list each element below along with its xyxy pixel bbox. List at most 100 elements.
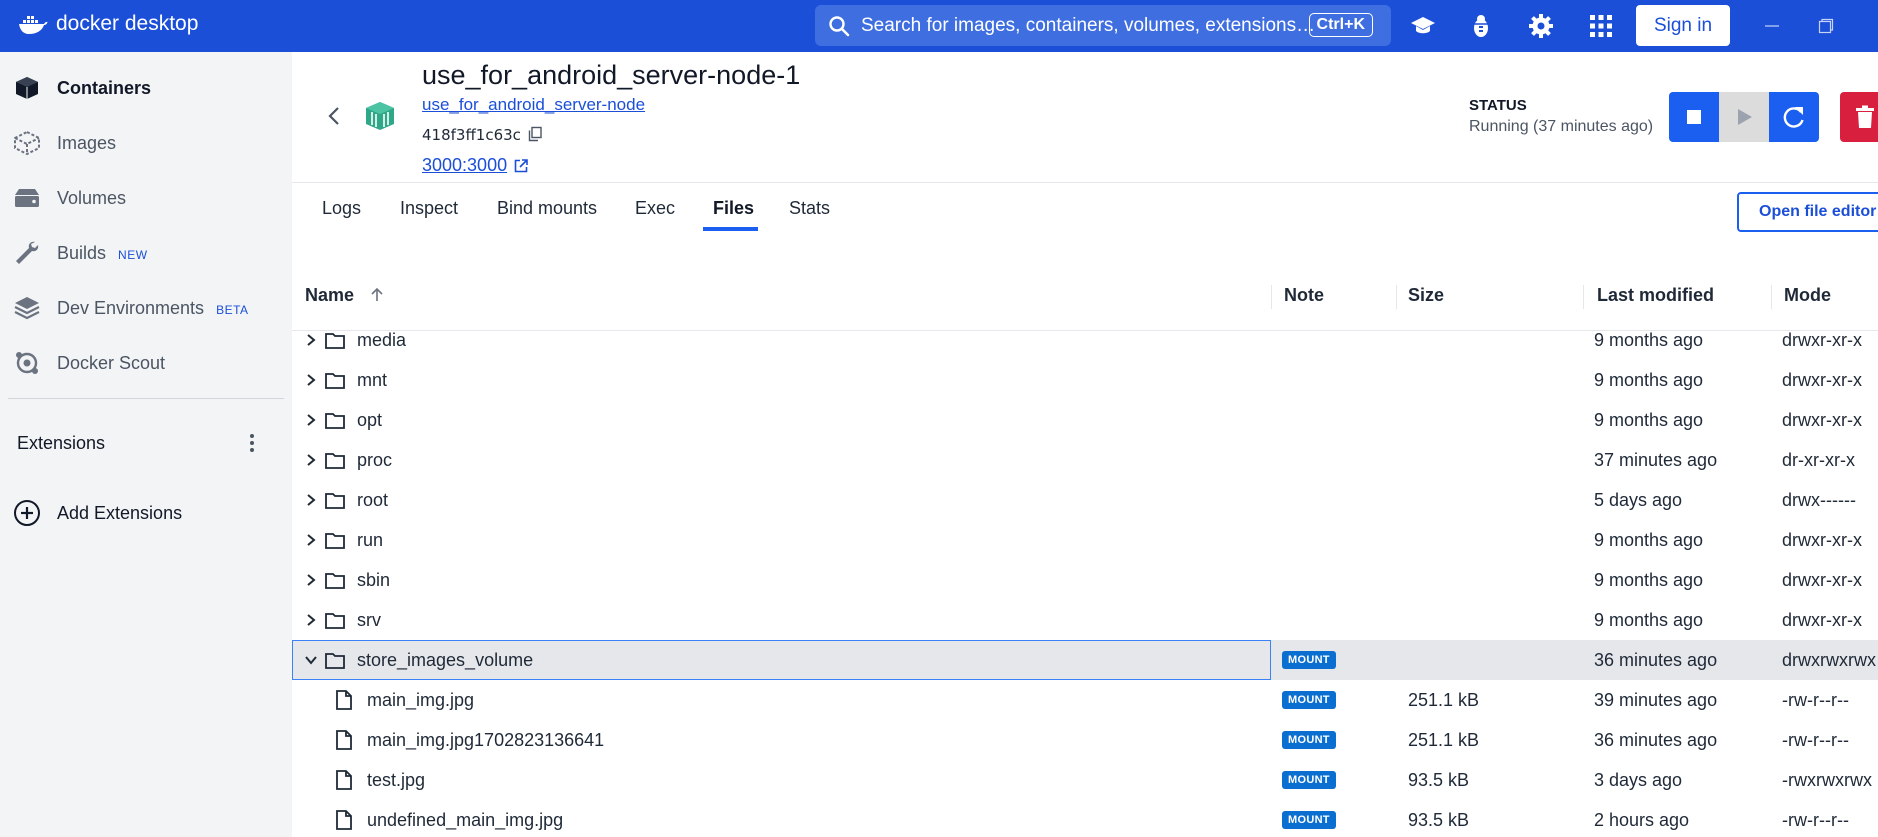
sidebar-item-containers[interactable]: Containers xyxy=(0,66,292,110)
settings-gear-icon[interactable] xyxy=(1526,11,1556,41)
table-row[interactable]: srv 9 months ago drwxr-xr-x xyxy=(292,600,1878,640)
last-modified: 39 minutes ago xyxy=(1594,689,1718,710)
chevron-right-icon[interactable] xyxy=(303,332,319,348)
column-header-size[interactable]: Size xyxy=(1408,285,1444,306)
chevron-right-icon[interactable] xyxy=(303,412,319,428)
column-header-note[interactable]: Note xyxy=(1284,285,1324,306)
file-name: store_images_volume xyxy=(357,649,534,670)
apps-grid-icon[interactable] xyxy=(1586,11,1616,41)
file-size: 251.1 kB xyxy=(1408,729,1480,750)
table-row[interactable]: opt 9 months ago drwxr-xr-x xyxy=(292,400,1878,440)
sidebar-item-dev-environments[interactable]: Dev Environments BETA xyxy=(0,286,292,330)
copy-icon[interactable] xyxy=(527,126,543,142)
active-tab-indicator xyxy=(703,227,758,231)
table-row[interactable]: test.jpg MOUNT 93.5 kB 3 days ago -rwxrwxrwx xyxy=(292,760,1878,800)
table-row[interactable]: store_images_volume MOUNT 36 minutes ago dr… xyxy=(292,640,1878,680)
more-vert-icon[interactable] xyxy=(240,431,264,455)
search-placeholder: Search for images, containers, volumes, … xyxy=(861,14,1316,36)
back-chevron-icon[interactable] xyxy=(323,104,347,128)
mount-badge: MOUNT xyxy=(1282,731,1336,749)
bug-report-icon[interactable] xyxy=(1466,11,1496,41)
table-row[interactable]: root 5 days ago drwx------ xyxy=(292,480,1878,520)
add-extensions-label: Add Extensions xyxy=(57,502,183,523)
table-row[interactable]: run 9 months ago drwxr-xr-x xyxy=(292,520,1878,560)
sidebar-item-docker-scout[interactable]: Docker Scout xyxy=(0,341,292,385)
tab-exec[interactable]: Exec xyxy=(635,198,675,219)
learning-center-icon[interactable] xyxy=(1408,11,1438,41)
file-mode: drwxr-xr-x xyxy=(1782,369,1862,390)
file-name: undefined_main_img.jpg xyxy=(367,809,564,830)
chevron-right-icon[interactable] xyxy=(303,612,319,628)
column-divider[interactable] xyxy=(1271,285,1272,309)
table-row[interactable]: main_img.jpg1702823136641 MOUNT 251.1 kB 36… xyxy=(292,720,1878,760)
shortcut-hint: Ctrl+K xyxy=(1308,13,1373,37)
sign-in-button[interactable]: Sign in xyxy=(1636,5,1730,46)
extensions-header: Extensions xyxy=(0,421,292,465)
tab-bind-mounts[interactable]: Bind mounts xyxy=(497,198,597,219)
tab-files[interactable]: Files xyxy=(713,198,754,219)
file-icon xyxy=(336,770,352,790)
play-icon xyxy=(1738,109,1752,125)
column-divider[interactable] xyxy=(1396,285,1397,309)
chevron-right-icon[interactable] xyxy=(303,452,319,468)
tab-stats[interactable]: Stats xyxy=(789,198,830,219)
sidebar-item-images[interactable]: Images xyxy=(0,121,292,165)
file-mode: drwxr-xr-x xyxy=(1782,609,1862,630)
open-file-editor-button[interactable]: Open file editor xyxy=(1737,192,1878,232)
stop-button[interactable] xyxy=(1669,92,1719,142)
image-link[interactable]: use_for_android_server-node xyxy=(422,95,645,115)
search-input[interactable]: Search for images, containers, volumes, … xyxy=(815,5,1391,46)
restart-button[interactable] xyxy=(1769,92,1819,142)
minimize-icon[interactable] xyxy=(1760,14,1784,38)
column-divider[interactable] xyxy=(1583,285,1584,309)
table-row[interactable]: undefined_main_img.jpg MOUNT 93.5 kB 2 hour… xyxy=(292,800,1878,837)
last-modified: 9 months ago xyxy=(1594,369,1704,390)
tab-logs[interactable]: Logs xyxy=(322,198,361,219)
file-size: 251.1 kB xyxy=(1408,689,1480,710)
last-modified: 9 months ago xyxy=(1594,529,1704,550)
add-extensions-button[interactable]: Add Extensions xyxy=(0,491,292,535)
scout-icon xyxy=(12,348,42,378)
table-row[interactable]: proc 37 minutes ago dr-xr-xr-x xyxy=(292,440,1878,480)
file-mode: drwxr-xr-x xyxy=(1782,409,1862,430)
last-modified: 9 months ago xyxy=(1594,609,1704,630)
column-header-name[interactable]: Name xyxy=(305,285,385,306)
add-circle-icon xyxy=(12,498,42,528)
table-row[interactable]: media 9 months ago drwxr-xr-x xyxy=(292,320,1878,360)
tab-inspect[interactable]: Inspect xyxy=(400,198,458,219)
chevron-right-icon[interactable] xyxy=(303,532,319,548)
file-mode: drwxr-xr-x xyxy=(1782,329,1862,350)
container-icon xyxy=(12,73,42,103)
chevron-down-icon[interactable] xyxy=(303,652,319,668)
column-header-last-modified[interactable]: Last modified xyxy=(1597,285,1714,306)
volumes-icon xyxy=(12,183,42,213)
folder-icon xyxy=(325,653,345,669)
port-link[interactable]: 3000:3000 xyxy=(422,155,507,176)
sidebar-item-builds[interactable]: Builds NEW xyxy=(0,231,292,275)
table-row[interactable]: mnt 9 months ago drwxr-xr-x xyxy=(292,360,1878,400)
file-icon xyxy=(336,730,352,750)
external-link-icon[interactable] xyxy=(513,158,529,174)
delete-button[interactable] xyxy=(1840,92,1878,142)
sort-ascending-icon xyxy=(371,287,383,301)
file-mode: -rwxrwxrwx xyxy=(1782,769,1872,790)
chevron-right-icon[interactable] xyxy=(303,572,319,588)
sidebar-item-label: Builds xyxy=(57,242,107,263)
docker-logo[interactable]: docker desktop xyxy=(18,12,198,36)
column-divider[interactable] xyxy=(1771,285,1772,309)
table-row[interactable]: sbin 9 months ago drwxr-xr-x xyxy=(292,560,1878,600)
brand-name: docker desktop xyxy=(56,12,199,35)
chevron-right-icon[interactable] xyxy=(303,492,319,508)
chevron-right-icon[interactable] xyxy=(303,372,319,388)
last-modified: 2 hours ago xyxy=(1594,809,1690,830)
file-mode: dr-xr-xr-x xyxy=(1782,449,1855,470)
maximize-icon[interactable] xyxy=(1814,14,1838,38)
sidebar-item-volumes[interactable]: Volumes xyxy=(0,176,292,220)
folder-icon xyxy=(325,533,345,549)
folder-icon xyxy=(325,613,345,629)
table-row[interactable]: main_img.jpg MOUNT 251.1 kB 39 minutes ago -… xyxy=(292,680,1878,720)
start-button[interactable] xyxy=(1719,92,1769,142)
beta-badge: BETA xyxy=(216,302,249,317)
file-mode: -rw-r--r-- xyxy=(1782,729,1849,750)
column-header-mode[interactable]: Mode xyxy=(1784,285,1831,306)
